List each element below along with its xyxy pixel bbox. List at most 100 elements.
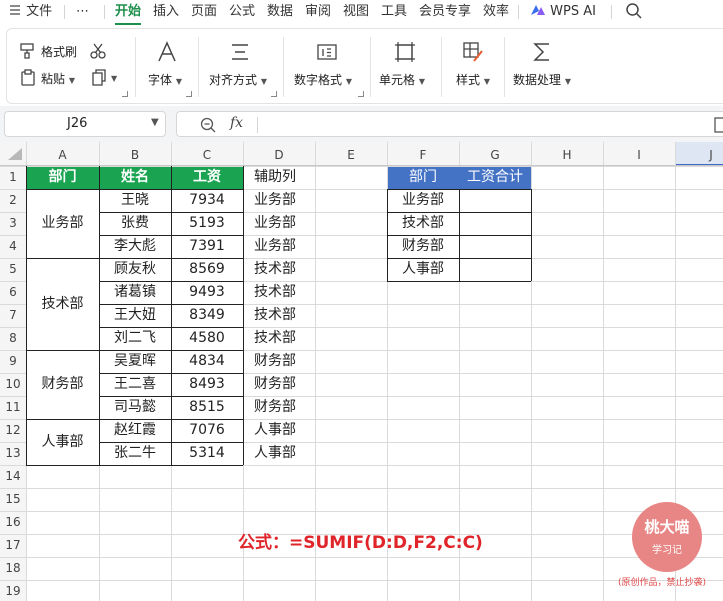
font-launcher-icon[interactable] [186, 91, 192, 97]
name-box[interactable]: J26 ▼ [4, 111, 166, 137]
paste-button[interactable]: 粘贴 ▼ [41, 70, 75, 87]
table-name-cell: 张费 [121, 215, 149, 231]
column-header-d[interactable]: D [243, 148, 315, 162]
fx-icon[interactable]: fx [230, 115, 243, 131]
font-label: 字体 [148, 73, 173, 87]
menu-tab-insert[interactable]: 插入 [153, 3, 179, 23]
row-header[interactable]: 17 [0, 534, 26, 557]
menu-separator [518, 5, 519, 19]
row-header[interactable]: 12 [0, 419, 26, 442]
expand-formula-icon[interactable] [713, 117, 723, 133]
summary-total-cell [459, 189, 531, 212]
watermark-title: 桃大喵 [644, 518, 690, 536]
cell-label: 单元格 [379, 73, 416, 87]
chevron-down-icon[interactable]: ▼ [111, 74, 117, 83]
column-header-i[interactable]: I [603, 148, 675, 162]
summary-header-cell: 工资合计 [467, 169, 523, 185]
table-salary-cell: 7934 [189, 192, 225, 208]
row-header[interactable]: 2 [0, 189, 26, 212]
alignment-group[interactable]: 对齐方式 ▼ [199, 29, 283, 105]
style-group[interactable]: 样式 ▼ [442, 29, 504, 105]
cut-icon[interactable] [89, 42, 107, 60]
menu-tab-review[interactable]: 审阅 [305, 3, 331, 23]
menu-tab-member[interactable]: 会员专享 [419, 3, 471, 23]
row-header[interactable]: 10 [0, 373, 26, 396]
table-salary-cell: 9493 [189, 284, 225, 300]
column-header-b[interactable]: B [99, 148, 171, 162]
chevron-down-icon: ▼ [260, 77, 267, 86]
format-painter-button[interactable]: 格式刷 [41, 43, 77, 60]
row-header[interactable]: 9 [0, 350, 26, 373]
cell-icon [395, 42, 415, 62]
row-header[interactable]: 16 [0, 511, 26, 534]
table-name-cell: 顾友秋 [114, 261, 156, 277]
row-header[interactable]: 8 [0, 327, 26, 350]
helper-cell: 业务部 [254, 238, 296, 254]
number-format-button-label: 数字格式 ▼ [294, 71, 352, 88]
helper-header-cell: 辅助列 [254, 169, 296, 185]
row-header[interactable]: 7 [0, 304, 26, 327]
alignment-label: 对齐方式 [209, 73, 258, 87]
table-name-cell: 王晓 [121, 192, 149, 208]
column-header-c[interactable]: C [171, 148, 243, 162]
row-header[interactable]: 14 [0, 465, 26, 488]
column-header-j[interactable]: J [675, 148, 723, 162]
alignment-launcher-icon[interactable] [271, 91, 277, 97]
style-label: 样式 [456, 73, 481, 87]
table-salary-cell: 5193 [189, 215, 225, 231]
row-header[interactable]: 13 [0, 442, 26, 465]
row-header[interactable]: 15 [0, 488, 26, 511]
row-header[interactable]: 6 [0, 281, 26, 304]
row-header[interactable]: 18 [0, 557, 26, 580]
menu-tab-home[interactable]: 开始 [115, 3, 141, 23]
clipboard-group: 格式刷 粘贴 ▼ ▼ [7, 29, 135, 105]
column-header-f[interactable]: F [387, 148, 459, 162]
helper-cell: 业务部 [254, 215, 296, 231]
file-menu-icon [10, 5, 20, 15]
watermark-stamp: 桃大喵 学习记 [632, 502, 702, 572]
helper-cell: 人事部 [254, 422, 296, 438]
formula-input[interactable]: fx [176, 111, 723, 137]
number-format-group[interactable]: 数字格式 ▼ [284, 29, 370, 105]
zoom-search-icon[interactable] [199, 116, 217, 134]
summary-dept-cell: 人事部 [402, 261, 444, 277]
column-header-e[interactable]: E [315, 148, 387, 162]
copy-icon[interactable] [91, 69, 109, 87]
alignment-button-label: 对齐方式 ▼ [209, 71, 267, 88]
cell-group[interactable]: 单元格 ▼ [371, 29, 441, 105]
summary-dept-cell: 业务部 [402, 192, 444, 208]
chevron-down-icon: ▼ [345, 77, 352, 86]
helper-cell: 财务部 [254, 353, 296, 369]
wps-ai-button[interactable]: WPS AI [530, 3, 596, 23]
search-icon[interactable] [625, 2, 643, 20]
number-format-launcher-icon[interactable] [358, 91, 364, 97]
row-header[interactable]: 5 [0, 258, 26, 281]
helper-cell: 人事部 [254, 445, 296, 461]
menu-tab-formula[interactable]: 公式 [229, 3, 255, 23]
menu-file[interactable]: 文件 [8, 3, 52, 23]
column-header-a[interactable]: A [26, 148, 99, 162]
row-header[interactable]: 1 [0, 166, 26, 189]
table-header-cell: 工资 [193, 169, 221, 185]
table-name-cell: 司马懿 [114, 399, 156, 415]
column-header-g[interactable]: G [459, 148, 531, 162]
menu-more[interactable]: ⋯ [76, 3, 89, 23]
menu-tab-view[interactable]: 视图 [343, 3, 369, 23]
menu-tab-efficiency[interactable]: 效率 [483, 3, 509, 23]
menu-tab-page[interactable]: 页面 [191, 3, 217, 23]
row-header[interactable]: 3 [0, 212, 26, 235]
table-salary-cell: 4834 [189, 353, 225, 369]
data-process-group[interactable]: 数据处理 ▼ [505, 29, 585, 105]
row-header[interactable]: 19 [0, 580, 26, 601]
chevron-down-icon: ▼ [175, 77, 182, 86]
row-header[interactable]: 11 [0, 396, 26, 419]
clipboard-launcher-icon[interactable] [122, 91, 128, 97]
column-header-h[interactable]: H [531, 148, 603, 162]
menu-tab-tools[interactable]: 工具 [381, 3, 407, 23]
chevron-down-icon[interactable]: ▼ [151, 117, 159, 128]
row-header[interactable]: 4 [0, 235, 26, 258]
table-name-cell: 张二牛 [114, 445, 156, 461]
menu-tab-data[interactable]: 数据 [267, 3, 293, 23]
font-group[interactable]: 字体 ▼ [136, 29, 198, 105]
style-button-label: 样式 ▼ [456, 71, 490, 88]
